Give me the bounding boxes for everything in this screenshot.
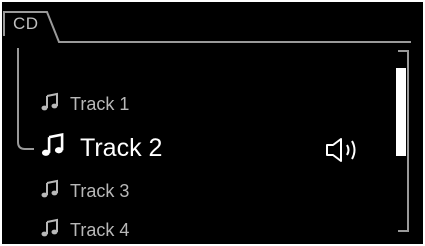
cd-player-screen: CD Track 1 Track 2 Track 3 Track 4 — [2, 2, 423, 244]
tab-cd[interactable]: CD — [13, 14, 39, 34]
track-item[interactable]: Track 3 — [40, 179, 129, 204]
music-note-icon — [40, 132, 66, 165]
scrollbar-thumb[interactable] — [396, 68, 406, 156]
panel-frame — [3, 11, 411, 232]
track-label: Track 1 — [70, 94, 130, 114]
track-label: Track 2 — [80, 134, 163, 162]
speaker-volume-icon — [324, 136, 364, 169]
track-item-selected[interactable]: Track 2 — [40, 132, 162, 165]
track-item[interactable]: Track 4 — [40, 218, 129, 243]
music-note-icon — [40, 218, 60, 243]
music-note-icon — [40, 179, 60, 204]
track-label: Track 3 — [70, 181, 130, 201]
selection-guide — [17, 48, 34, 150]
tab-label: CD — [13, 14, 39, 33]
track-label: Track 4 — [70, 220, 130, 240]
music-note-icon — [40, 92, 60, 117]
track-item[interactable]: Track 1 — [40, 92, 129, 117]
tab-outline — [3, 11, 411, 43]
